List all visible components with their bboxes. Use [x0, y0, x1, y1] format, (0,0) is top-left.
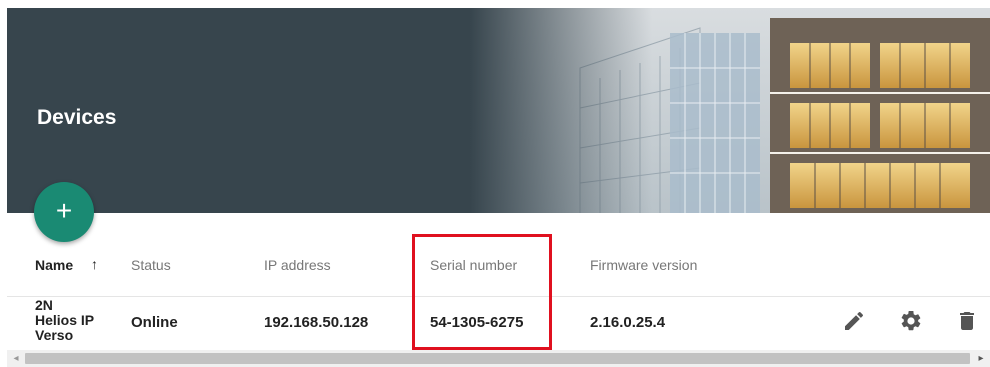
firmware-version-cell: 2.16.0.25.4 — [590, 314, 666, 331]
scroll-left-icon[interactable]: ◂ — [9, 350, 23, 367]
page-title: Devices — [37, 106, 117, 129]
horizontal-scrollbar[interactable]: ◂ ▸ — [7, 350, 990, 367]
device-name-cell: 2N Helios IP Verso — [35, 298, 94, 343]
trash-icon[interactable] — [955, 309, 979, 333]
serial-number-highlight — [412, 234, 552, 350]
device-name-line: Verso — [35, 327, 74, 343]
gear-icon[interactable] — [899, 309, 923, 333]
device-name-line: Helios IP — [35, 312, 95, 328]
ip-address-cell: 192.168.50.128 — [264, 314, 369, 331]
add-device-button[interactable]: + — [34, 182, 94, 242]
sort-ascending-icon[interactable]: ↑ — [91, 256, 98, 272]
column-header-name[interactable]: Name — [35, 257, 73, 273]
devices-panel: Devices + Name ↑ Status IP address Seria… — [7, 0, 990, 367]
status-cell: Online — [131, 314, 178, 331]
building-image — [470, 8, 990, 213]
column-header-status[interactable]: Status — [131, 257, 171, 273]
column-header-ip-address[interactable]: IP address — [264, 257, 331, 273]
pencil-icon[interactable] — [842, 309, 866, 333]
scroll-right-icon[interactable]: ▸ — [974, 350, 988, 367]
scrollbar-thumb[interactable] — [25, 353, 970, 364]
device-name-line: 2N — [35, 297, 53, 313]
header-banner: Devices — [7, 8, 990, 213]
column-header-firmware-version[interactable]: Firmware version — [590, 257, 697, 273]
